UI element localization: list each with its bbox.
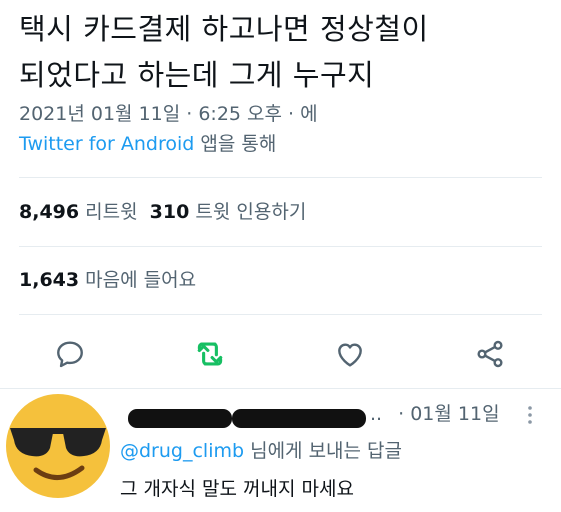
retweet-icon	[197, 342, 223, 366]
retweet-stats: 8,496 리트윗 310 트윗 인용하기	[19, 198, 306, 226]
tweet-timestamp[interactable]: 2021년 01월 11일 · 6:25 오후 · 에	[19, 98, 318, 130]
redacted-display-name	[128, 409, 232, 428]
retweet-count[interactable]: 8,496	[19, 201, 79, 223]
quote-count[interactable]: 310	[150, 201, 190, 223]
reply-text: 그 개자식 말도 꺼내지 마세요	[120, 478, 354, 500]
truncation-ellipsis: ..	[370, 403, 383, 425]
source-suffix: 앱을 통해	[194, 133, 277, 155]
like-label[interactable]: 마음에 들어요	[79, 269, 196, 291]
like-count[interactable]: 1,643	[19, 269, 79, 291]
reply-tweet[interactable]: .. · 01월 11일 @drug_climb 님에게 보내는 답글 그 개자…	[0, 390, 561, 512]
like-button[interactable]	[326, 330, 374, 378]
tweet-source: Twitter for Android 앱을 통해	[19, 128, 276, 160]
redacted-username	[232, 409, 366, 428]
quote-label[interactable]: 트윗 인용하기	[189, 201, 306, 223]
source-link[interactable]: Twitter for Android	[19, 133, 194, 155]
replying-suffix: 님에게 보내는 답글	[244, 440, 403, 462]
sunglasses-emoji-avatar[interactable]	[6, 394, 110, 498]
divider	[0, 388, 561, 389]
replying-to: @drug_climb 님에게 보내는 답글	[120, 437, 402, 465]
retweet-label[interactable]: 리트윗	[79, 201, 150, 223]
share-icon	[477, 340, 503, 368]
divider	[19, 177, 542, 178]
tweet-text-line-1: 택시 카드결제 하고나면 정상철이	[19, 12, 429, 46]
more-options-icon[interactable]	[522, 404, 538, 426]
speech-bubble-icon	[57, 341, 83, 368]
divider	[19, 314, 542, 315]
divider	[19, 246, 542, 247]
tweet-text: 택시 카드결제 하고나면 정상철이 되었다고 하는데 그게 누구지	[19, 6, 549, 98]
tweet-actions	[0, 330, 561, 378]
reply-date[interactable]: · 01월 11일	[398, 403, 499, 425]
retweet-button[interactable]	[186, 330, 234, 378]
tweet-text-line-2: 되었다고 하는데 그게 누구지	[19, 58, 375, 92]
reply-header: .. · 01월 11일	[370, 400, 500, 428]
share-button[interactable]	[466, 330, 514, 378]
heart-icon	[338, 343, 362, 367]
reply-button[interactable]	[46, 330, 94, 378]
like-stats: 1,643 마음에 들어요	[19, 266, 196, 294]
replying-handle[interactable]: @drug_climb	[120, 440, 244, 462]
